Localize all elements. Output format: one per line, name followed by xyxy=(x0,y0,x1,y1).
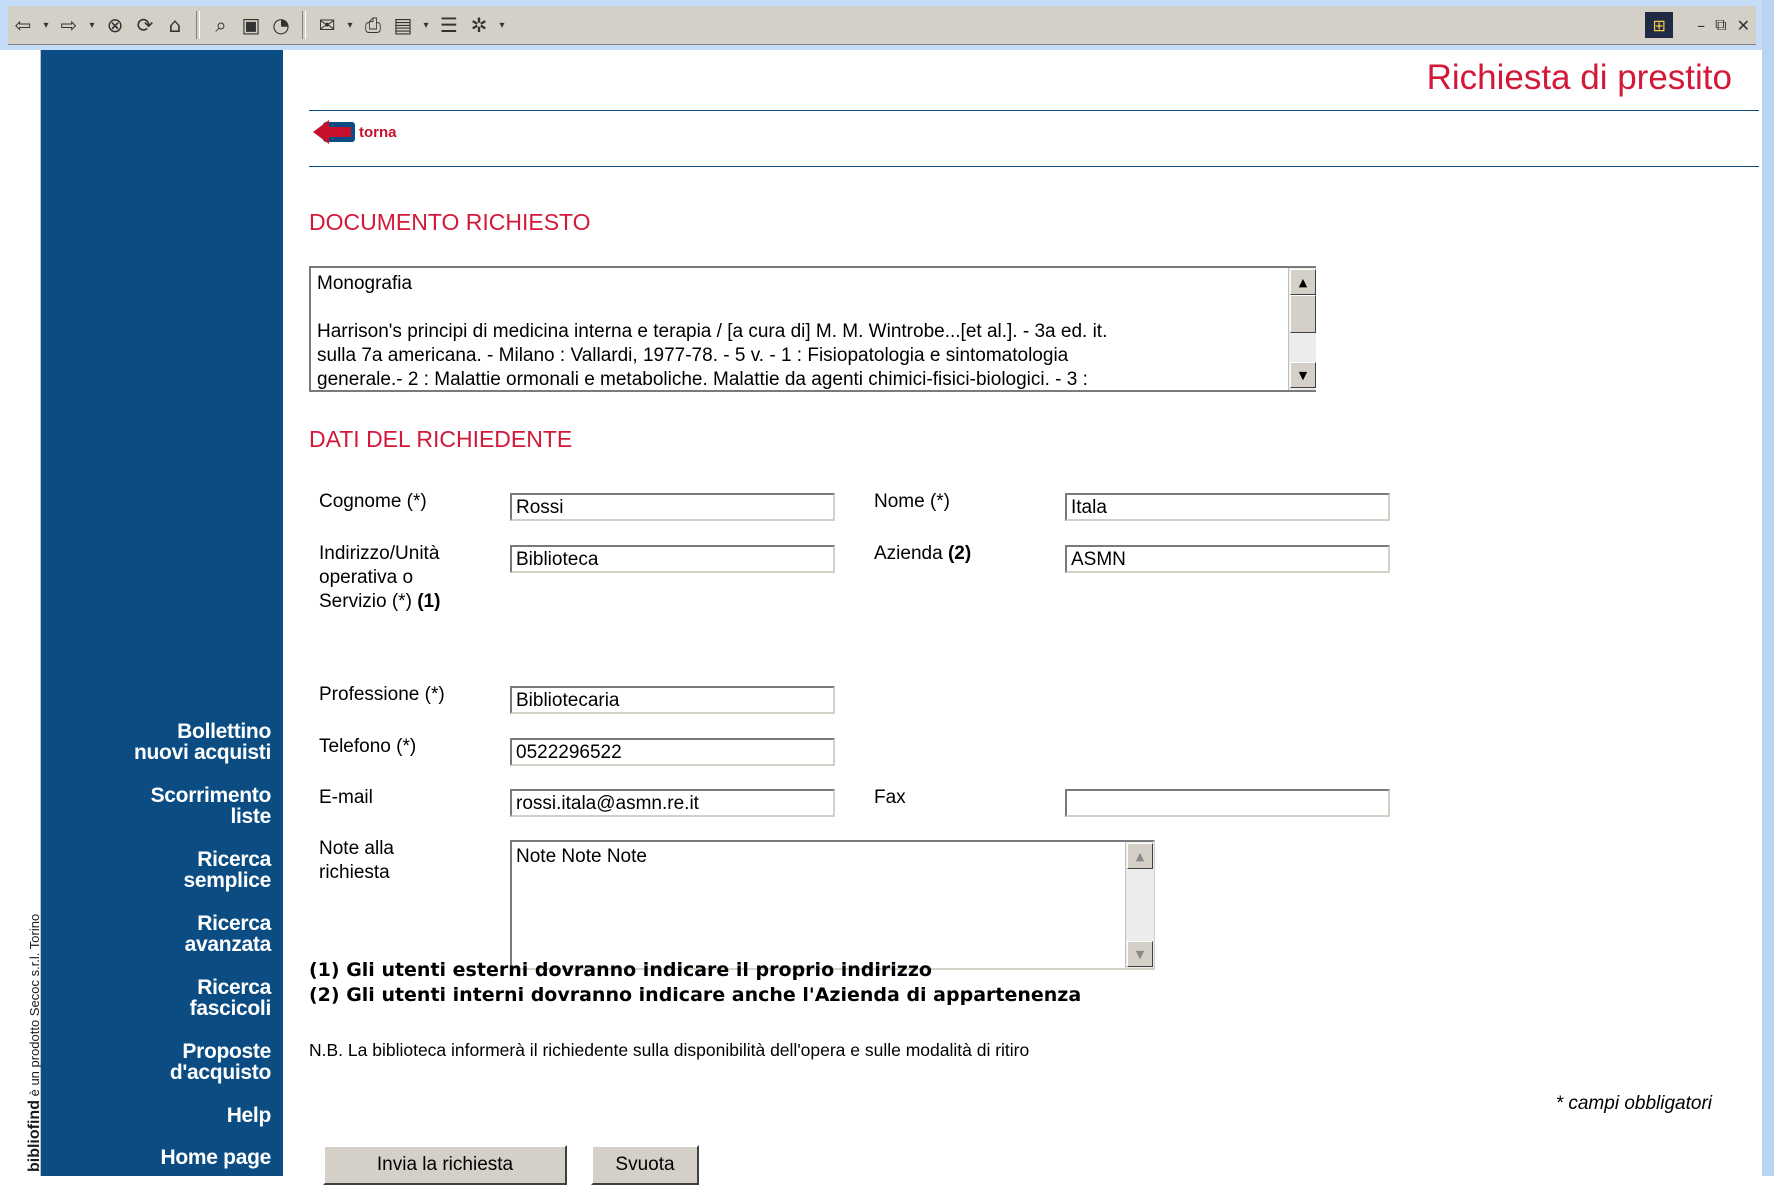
indirizzo-label: Indirizzo/Unità operativa o Servizio (*)… xyxy=(319,542,440,614)
cognome-label: Cognome (*) xyxy=(319,491,427,512)
nome-label: Nome (*) xyxy=(874,491,951,512)
document-scrollbar[interactable]: ▲ ▼ xyxy=(1288,268,1316,390)
favorites-icon[interactable]: ▣ xyxy=(236,10,266,40)
indirizzo-label-line2: operativa o xyxy=(319,567,414,588)
nav-bollettino-label: Bollettino nuovi acquisti xyxy=(134,720,271,764)
toolbar-separator xyxy=(302,11,306,39)
edit-dropdown-icon[interactable]: ▾ xyxy=(418,10,434,40)
discuss-icon[interactable]: ☰ xyxy=(434,10,464,40)
azienda-label: Azienda (2) xyxy=(874,542,971,566)
telefono-field[interactable]: 0522296522 xyxy=(510,738,835,766)
fax-field[interactable] xyxy=(1065,789,1390,817)
azienda-field[interactable]: ASMN xyxy=(1065,545,1390,573)
email-field[interactable]: rossi.itala@asmn.re.it xyxy=(510,789,835,817)
scroll-down-icon[interactable]: ▼ xyxy=(1290,362,1316,388)
close-icon[interactable]: ✕ xyxy=(1737,16,1750,35)
mail-dropdown-icon[interactable]: ▾ xyxy=(342,10,358,40)
email-label: E-mail xyxy=(319,787,373,808)
window-frame-right xyxy=(1762,0,1774,1176)
window-controls: ⊞ – ⧉ ✕ xyxy=(1645,12,1750,38)
nav-proposte-acquisto[interactable]: Proposte d'acquisto xyxy=(170,1041,271,1083)
nav-ricerca-semplice[interactable]: Ricerca semplice xyxy=(184,849,272,891)
title-divider xyxy=(309,110,1759,111)
nav-scorrimento-liste[interactable]: Scorrimento liste xyxy=(150,784,272,828)
back-dropdown-icon[interactable]: ▾ xyxy=(38,10,54,40)
azienda-label-ref: (2) xyxy=(947,543,972,564)
fax-label: Fax xyxy=(874,787,906,808)
azienda-label-text: Azienda xyxy=(874,543,943,564)
scroll-up-icon[interactable]: ▲ xyxy=(1290,269,1316,295)
footnote-1: (1) Gli utenti esterni dovranno indicare… xyxy=(309,959,932,981)
nav-ricerca-semplice-label: Ricerca semplice xyxy=(183,848,272,892)
nav-help-label: Help xyxy=(226,1104,272,1127)
scroll-thumb[interactable] xyxy=(1290,295,1316,333)
back-label: torna xyxy=(359,123,397,141)
history-icon[interactable]: ◔ xyxy=(266,10,296,40)
indirizzo-label-line1: Indirizzo/Unità xyxy=(319,543,440,564)
restore-icon[interactable]: ⧉ xyxy=(1715,15,1726,35)
cognome-field[interactable]: Rossi xyxy=(510,493,835,521)
nav-ricerca-fascicoli-label: Ricerca fascicoli xyxy=(189,976,272,1020)
nav-scorrimento-label: Scorrimento liste xyxy=(150,784,272,828)
browser-toolbar: ⇦ ▾ ⇨ ▾ ⊗ ⟳ ⌂ ⌕ ▣ ◔ ✉ ▾ ⎙ ▤ ▾ ☰ ✲ ▾ ⊞ – … xyxy=(8,6,1756,45)
professione-field[interactable]: Bibliotecaria xyxy=(510,686,835,714)
brand-caption: è un prodotto Secoc s.r.l. Torino xyxy=(27,913,42,1097)
nav-help[interactable]: Help xyxy=(226,1104,272,1127)
nav-bollettino[interactable]: Bollettino nuovi acquisti xyxy=(134,721,271,763)
note-scroll-down-icon[interactable]: ▼ xyxy=(1127,941,1153,967)
note-label-line1: Note alla xyxy=(319,838,394,859)
stop-icon[interactable]: ⊗ xyxy=(100,10,130,40)
minimize-icon[interactable]: – xyxy=(1697,16,1705,35)
document-text: Monografia Harrison's principi di medici… xyxy=(317,273,1108,390)
refresh-icon[interactable]: ⟳ xyxy=(130,10,160,40)
nav-ricerca-avanzata[interactable]: Ricerca avanzata xyxy=(184,912,272,956)
note-label: Note alla richiesta xyxy=(319,837,394,885)
submit-button[interactable]: Invia la richiesta xyxy=(323,1145,567,1185)
mail-icon[interactable]: ✉ xyxy=(312,10,342,40)
page-title: Richiesta di prestito xyxy=(1426,58,1732,97)
note-textarea[interactable]: Note Note Note ▲ ▼ xyxy=(510,840,1155,970)
indirizzo-label-line3: Servizio (*) xyxy=(319,591,412,612)
document-textarea[interactable]: Monografia Harrison's principi di medici… xyxy=(309,266,1316,392)
home-icon[interactable]: ⌂ xyxy=(160,10,190,40)
toolbar-separator xyxy=(196,11,200,39)
back-divider xyxy=(309,166,1759,167)
forward-dropdown-icon[interactable]: ▾ xyxy=(84,10,100,40)
indirizzo-label-ref: (1) xyxy=(417,591,441,612)
reset-button[interactable]: Svuota xyxy=(591,1145,699,1185)
messenger-icon[interactable]: ✲ xyxy=(464,10,494,40)
note-label-line2: richiesta xyxy=(319,862,390,883)
note-scrollbar[interactable]: ▲ ▼ xyxy=(1125,842,1154,968)
search-icon[interactable]: ⌕ xyxy=(206,10,236,40)
edit-icon[interactable]: ▤ xyxy=(388,10,418,40)
back-link[interactable]: torna xyxy=(313,120,397,144)
print-icon[interactable]: ⎙ xyxy=(358,10,388,40)
main-content: Richiesta di prestito torna DOCUMENTO RI… xyxy=(283,50,1762,1185)
nb-note: N.B. La biblioteca informerà il richiede… xyxy=(309,1040,1030,1060)
nav-home-label: Home page xyxy=(160,1146,272,1169)
footnote-2: (2) Gli utenti interni dovranno indicare… xyxy=(309,984,1082,1006)
required-fields-note: * campi obbligatori xyxy=(1555,1093,1712,1114)
messenger-dropdown-icon[interactable]: ▾ xyxy=(494,10,510,40)
side-navigation: Bollettino nuovi acquisti Scorrimento li… xyxy=(41,50,283,1176)
note-text: Note Note Note xyxy=(516,846,647,867)
nome-field[interactable]: Itala xyxy=(1065,493,1390,521)
professione-label: Professione (*) xyxy=(319,684,445,705)
section-title-documento: DOCUMENTO RICHIESTO xyxy=(309,209,591,235)
back-arrow-icon xyxy=(313,120,355,144)
indirizzo-field[interactable]: Biblioteca xyxy=(510,545,835,573)
telefono-label: Telefono (*) xyxy=(319,736,417,757)
nav-home-page[interactable]: Home page xyxy=(161,1147,272,1168)
section-title-richiedente: DATI DEL RICHIEDENTE xyxy=(309,426,573,452)
note-scroll-up-icon[interactable]: ▲ xyxy=(1127,843,1153,869)
nav-proposte-label: Proposte d'acquisto xyxy=(169,1040,271,1084)
forward-icon[interactable]: ⇨ xyxy=(54,10,84,40)
nav-ricerca-fascicoli[interactable]: Ricerca fascicoli xyxy=(189,976,272,1020)
windows-logo-icon: ⊞ xyxy=(1645,12,1674,38)
back-icon[interactable]: ⇦ xyxy=(8,10,38,40)
nav-ricerca-avanzata-label: Ricerca avanzata xyxy=(184,912,272,956)
